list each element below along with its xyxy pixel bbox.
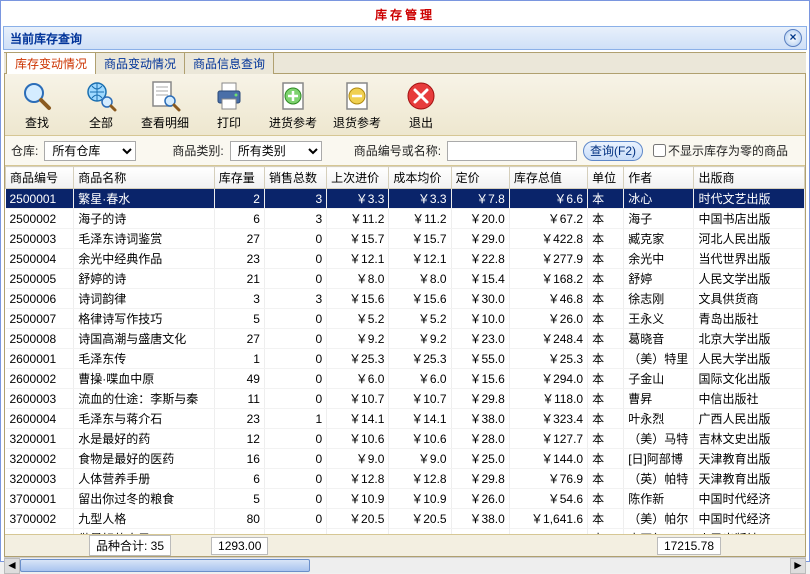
titlebar: 当前库存查询 × [3, 26, 807, 50]
page-plus-icon [276, 79, 310, 113]
tab-strip: 库存变动情况 商品变动情况 商品信息查询 [4, 52, 806, 74]
all-button[interactable]: 全部 [75, 79, 127, 131]
table-row[interactable]: 2500007格律诗写作技巧50￥5.2￥5.2￥10.0￥26.0本王永义青岛… [6, 309, 805, 329]
col-header[interactable]: 商品编号 [6, 167, 74, 189]
col-header[interactable]: 出版商 [694, 167, 805, 189]
tab-stock-change[interactable]: 库存变动情况 [6, 52, 96, 74]
category-label: 商品类别: [172, 142, 223, 159]
page-title: 库存管理 [1, 1, 809, 24]
table-row[interactable]: 2500004余光中经典作品230￥12.1￥12.1￥22.8￥277.9本余… [6, 249, 805, 269]
tab-product-change[interactable]: 商品变动情况 [95, 52, 185, 74]
table-row[interactable]: 2500003毛泽东诗词鉴赏270￥15.7￥15.7￥29.0￥422.8本臧… [6, 229, 805, 249]
page-minus-icon [340, 79, 374, 113]
close-icon[interactable]: × [784, 29, 802, 47]
table-row[interactable]: 2500005舒婷的诗210￥8.0￥8.0￥15.4￥168.2本舒婷人民文学… [6, 269, 805, 289]
toolbar: 查找 全部 查看明细 打印 [5, 74, 805, 136]
nameid-input[interactable] [447, 141, 577, 161]
exit-button[interactable]: 退出 [395, 79, 447, 131]
table-row[interactable]: 2500002海子的诗63￥11.2￥11.2￥20.0￥67.2本海子中国书店… [6, 209, 805, 229]
nameid-label: 商品编号或名称: [354, 142, 441, 159]
warehouse-select[interactable]: 所有仓库 [44, 141, 136, 161]
close-red-icon [404, 79, 438, 113]
table-row[interactable]: 2600001毛泽东传10￥25.3￥25.3￥55.0￥25.3本（美）特里人… [6, 349, 805, 369]
scroll-right-icon[interactable]: ► [790, 558, 806, 574]
titlebar-text: 当前库存查询 [10, 30, 82, 47]
printer-icon [212, 79, 246, 113]
table-row[interactable]: 3200002食物是最好的医药160￥9.0￥9.0￥25.0￥144.0本[日… [6, 449, 805, 469]
query-button[interactable]: 查询(F2) [583, 141, 643, 161]
find-button[interactable]: 查找 [11, 79, 63, 131]
col-header[interactable]: 库存量 [214, 167, 264, 189]
scroll-left-icon[interactable]: ◄ [4, 558, 20, 574]
globe-magnifier-icon [84, 79, 118, 113]
col-header[interactable]: 上次进价 [327, 167, 389, 189]
table-row[interactable]: 3200003人体营养手册60￥12.8￥12.8￥29.8￥76.9本（英）帕… [6, 469, 805, 489]
filter-bar: 仓库: 所有仓库 商品类别: 所有类别 商品编号或名称: 查询(F2) 不显示库… [5, 136, 805, 166]
hide-zero-checkbox[interactable] [653, 144, 666, 157]
table-row[interactable]: 2500008诗国高潮与盛唐文化270￥9.2￥9.2￥23.0￥248.4本葛… [6, 329, 805, 349]
count-total: 品种合计: 35 [89, 535, 171, 556]
col-header[interactable]: 销售总数 [264, 167, 326, 189]
table-row[interactable]: 2600004毛泽东与蒋介石231￥14.1￥14.1￥38.0￥323.4本叶… [6, 409, 805, 429]
col-header[interactable]: 作者 [624, 167, 694, 189]
print-button[interactable]: 打印 [203, 79, 255, 131]
table-row[interactable]: 2600003流血的仕途：李斯与秦110￥10.7￥10.7￥29.8￥118.… [6, 389, 805, 409]
paper-magnifier-icon [148, 79, 182, 113]
return-ref-button[interactable]: 退货参考 [331, 79, 383, 131]
hide-zero-label: 不显示库存为零的商品 [668, 142, 788, 159]
table-row[interactable]: 2500006诗词韵律33￥15.6￥15.6￥30.0￥46.8本徐志刚文具供… [6, 289, 805, 309]
detail-button[interactable]: 查看明细 [139, 79, 191, 131]
stock-table: 商品编号商品名称库存量销售总数上次进价成本均价定价库存总值单位作者出版商 250… [5, 166, 805, 534]
magnifier-icon [20, 79, 54, 113]
value-total: 17215.78 [657, 537, 721, 555]
scroll-thumb[interactable] [20, 559, 310, 572]
grid-scroll[interactable]: 商品编号商品名称库存量销售总数上次进价成本均价定价库存总值单位作者出版商 250… [5, 166, 805, 534]
footer: 品种合计: 35 1293.00 17215.78 [5, 534, 805, 556]
col-header[interactable]: 单位 [588, 167, 624, 189]
col-header[interactable]: 成本均价 [389, 167, 451, 189]
table-row[interactable]: 2500001繁星·春水23￥3.3￥3.3￥7.8￥6.6本冰心时代文艺出版 [6, 189, 805, 209]
col-header[interactable]: 商品名称 [74, 167, 215, 189]
table-row[interactable]: 3700001留出你过冬的粮食50￥10.9￥10.9￥26.0￥54.6本陈作… [6, 489, 805, 509]
table-row[interactable]: 3200001水是最好的药120￥10.6￥10.6￥28.0￥127.7本（美… [6, 429, 805, 449]
tab-product-info[interactable]: 商品信息查询 [184, 52, 274, 74]
qty-total: 1293.00 [211, 537, 268, 555]
stockin-ref-button[interactable]: 进货参考 [267, 79, 319, 131]
table-row[interactable]: 2600002曹操·喋血中原490￥6.0￥6.0￥15.6￥294.0本子金山… [6, 369, 805, 389]
horiz-scrollbar[interactable]: ◄ ► [4, 557, 806, 573]
table-row[interactable]: 3700002九型人格800￥20.5￥20.5￥38.0￥1,641.6本（美… [6, 509, 805, 529]
col-header[interactable]: 库存总值 [509, 167, 587, 189]
warehouse-label: 仓库: [11, 142, 38, 159]
col-header[interactable]: 定价 [451, 167, 509, 189]
category-select[interactable]: 所有类别 [230, 141, 322, 161]
